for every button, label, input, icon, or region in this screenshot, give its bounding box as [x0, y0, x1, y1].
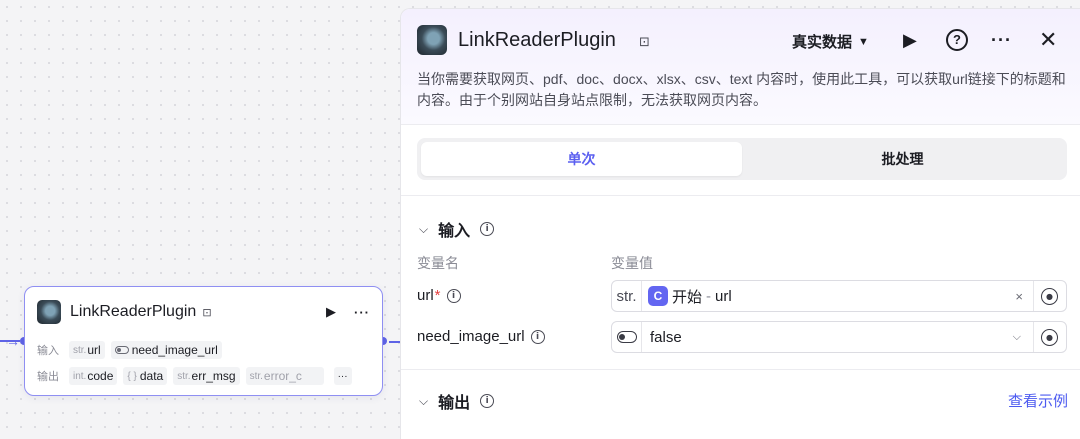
node-title: LinkReaderPlugin: [70, 303, 197, 320]
node-output-label: 输出: [37, 371, 59, 383]
panel-header: LinkReaderPlugin ⊡ 真实数据 ▼ ▶ ? ··· ✕ 当你需要…: [401, 9, 1080, 125]
node-output-tag: str. err_msg: [173, 367, 240, 385]
plugin-badge-icon: ⊡: [639, 34, 650, 49]
url-value-field[interactable]: str. C 开始 - url × ●: [611, 280, 1067, 312]
param-name: need_image_url: [417, 328, 525, 345]
node-input-row: 输入 str. url need_image_url: [37, 341, 228, 359]
plugin-description: 当你需要获取网页、pdf、doc、docx、xlsx、csv、text 内容时，…: [417, 71, 1066, 108]
tag-type: int.: [73, 370, 87, 382]
divider: [401, 195, 1080, 196]
tag-name: error_c: [263, 369, 302, 383]
info-icon[interactable]: i: [530, 329, 545, 344]
node-output-row: 输出 int. code { } data str. err_msg str. …: [37, 367, 352, 385]
node-input-tag: str. url: [69, 341, 105, 359]
data-mode-label: 真实数据: [792, 34, 853, 51]
info-icon[interactable]: i: [480, 222, 495, 236]
tab-single[interactable]: 单次: [421, 142, 742, 176]
node-run-icon[interactable]: ▶: [326, 304, 336, 320]
node-output-tag: int. code: [69, 367, 118, 385]
column-header-name: 变量名: [417, 255, 459, 271]
node-config-panel: LinkReaderPlugin ⊡ 真实数据 ▼ ▶ ? ··· ✕ 当你需要…: [400, 8, 1080, 439]
divider: [401, 369, 1080, 370]
plugin-avatar-icon: [417, 25, 447, 55]
param-label-need-image-url: need_image_url i: [417, 328, 545, 345]
divider: [1033, 322, 1034, 352]
tab-batch[interactable]: 批处理: [742, 142, 1063, 176]
output-section-header[interactable]: ⌵ 输出 i: [419, 389, 495, 413]
tag-name: data: [139, 369, 164, 383]
node-output-tag: { } data: [123, 367, 168, 385]
node-input-tag: need_image_url: [110, 341, 222, 359]
tag-type: str.: [249, 370, 263, 382]
tag-type: str.: [177, 370, 191, 382]
variable-picker-icon[interactable]: ●: [1041, 287, 1058, 305]
tag-name: code: [87, 369, 114, 383]
input-section-header[interactable]: ⌵ 输入 i: [419, 217, 495, 241]
variable-picker-icon[interactable]: ●: [1041, 328, 1058, 346]
plugin-avatar-icon: [37, 300, 61, 324]
more-icon[interactable]: ···: [991, 29, 1012, 51]
plugin-badge-icon: ⊡: [202, 306, 212, 319]
need-image-url-select[interactable]: false ⌵ ●: [611, 321, 1067, 353]
help-icon[interactable]: ?: [946, 29, 968, 51]
plugin-node-card[interactable]: LinkReaderPlugin ⊡ ▶ ··· 输入 str. url nee…: [24, 286, 383, 396]
node-header: LinkReaderPlugin ⊡ ▶ ···: [37, 299, 370, 325]
ref-node-name: 开始: [672, 288, 703, 306]
tag-name: url: [87, 343, 101, 357]
close-icon[interactable]: ✕: [1039, 29, 1057, 51]
tag-name: need_image_url: [131, 343, 218, 357]
input-section-title: 输入: [438, 223, 471, 240]
boolean-type-indicator: [612, 322, 642, 352]
run-mode-tabs: 单次 批处理: [417, 138, 1067, 180]
toggle-icon: [616, 331, 637, 343]
output-section-title: 输出: [438, 395, 471, 412]
tag-type: { }: [127, 370, 137, 382]
start-node-icon: C: [648, 286, 668, 306]
variable-reference-chip[interactable]: C 开始 - url: [648, 286, 732, 307]
divider: [1033, 281, 1034, 311]
ref-separator: -: [706, 287, 712, 305]
clear-icon[interactable]: ×: [1015, 289, 1023, 304]
boolean-toggle-icon: [114, 346, 129, 354]
node-outputs-more-button[interactable]: ···: [333, 367, 352, 385]
tag-name: err_msg: [191, 369, 236, 383]
selected-value: false: [650, 328, 682, 346]
node-more-icon[interactable]: ···: [354, 305, 370, 320]
incoming-edge-arrow-icon: →: [6, 333, 20, 349]
tag-type: str.: [73, 344, 87, 356]
column-header-value: 变量值: [611, 255, 653, 271]
chevron-down-icon[interactable]: ⌵: [1013, 331, 1021, 344]
caret-down-icon: ▼: [858, 35, 869, 48]
ref-field-name: url: [715, 287, 732, 305]
node-input-label: 输入: [37, 345, 59, 357]
run-icon[interactable]: ▶: [903, 29, 917, 51]
data-mode-dropdown[interactable]: 真实数据 ▼: [792, 31, 869, 52]
node-output-tag: str. error_c: [245, 367, 324, 385]
panel-title: LinkReaderPlugin: [458, 29, 616, 51]
view-example-link[interactable]: 查看示例: [1008, 390, 1068, 411]
info-icon[interactable]: i: [480, 394, 495, 408]
chevron-down-icon: ⌵: [419, 221, 429, 236]
param-name: url: [417, 287, 434, 304]
param-label-url: url * i: [417, 287, 461, 304]
info-icon[interactable]: i: [446, 288, 461, 303]
type-indicator: str.: [612, 281, 642, 311]
required-mark: *: [434, 287, 441, 304]
chevron-down-icon: ⌵: [419, 393, 429, 408]
